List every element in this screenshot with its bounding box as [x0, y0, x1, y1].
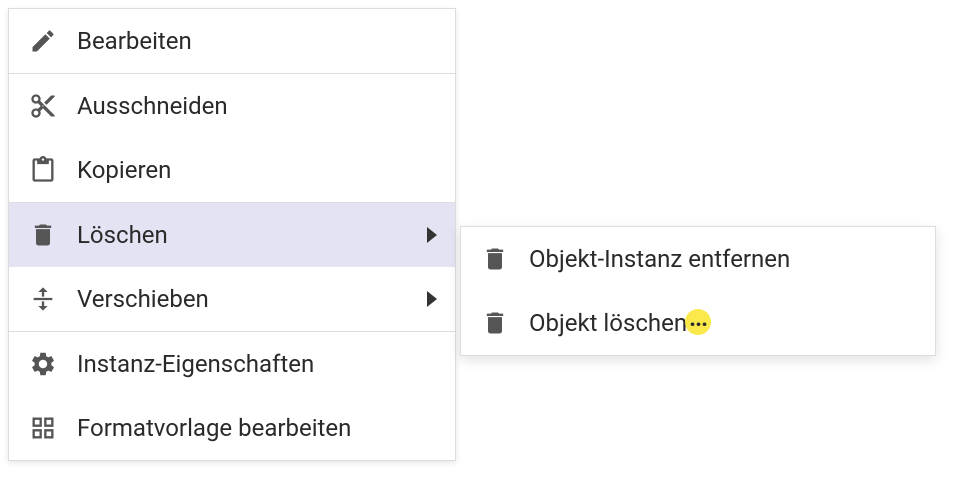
menu-item-label: Ausschneiden — [77, 92, 437, 120]
gear-icon — [27, 348, 59, 380]
menu-item-copy[interactable]: Kopieren — [9, 138, 455, 202]
submenu-item-remove-instance[interactable]: Objekt-Instanz entfernen — [461, 227, 935, 291]
submenu-item-delete-object[interactable]: Objekt löschen... — [461, 291, 935, 355]
menu-item-edit-template[interactable]: Formatvorlage bearbeiten — [9, 396, 455, 460]
context-menu-main: Bearbeiten Ausschneiden Kopieren Löschen… — [8, 8, 456, 461]
context-menu-delete-submenu: Objekt-Instanz entfernen Objekt löschen.… — [460, 226, 936, 356]
edit-icon — [27, 25, 59, 57]
menu-item-instance-properties[interactable]: Instanz-Eigenschaften — [9, 332, 455, 396]
cut-icon — [27, 90, 59, 122]
trash-icon — [479, 243, 511, 275]
ellipsis: ... — [689, 304, 707, 332]
submenu-item-label: Objekt-Instanz entfernen — [529, 245, 917, 273]
menu-item-label: Löschen — [77, 221, 417, 249]
trash-icon — [27, 219, 59, 251]
highlight-marker: ... — [685, 309, 711, 335]
trash-icon — [479, 307, 511, 339]
menu-item-label: Kopieren — [77, 156, 437, 184]
clipboard-icon — [27, 154, 59, 186]
submenu-item-label: Objekt löschen... — [529, 309, 917, 338]
menu-item-label: Bearbeiten — [77, 27, 437, 55]
menu-item-delete[interactable]: Löschen — [9, 203, 455, 267]
submenu-arrow-icon — [427, 291, 437, 307]
submenu-item-text: Objekt löschen — [529, 309, 687, 337]
template-icon — [27, 412, 59, 444]
menu-item-edit[interactable]: Bearbeiten — [9, 9, 455, 73]
move-vertical-icon — [27, 283, 59, 315]
submenu-arrow-icon — [427, 227, 437, 243]
menu-item-label: Instanz-Eigenschaften — [77, 350, 437, 378]
menu-item-move[interactable]: Verschieben — [9, 267, 455, 331]
menu-item-label: Formatvorlage bearbeiten — [77, 414, 437, 442]
menu-item-label: Verschieben — [77, 285, 417, 313]
menu-item-cut[interactable]: Ausschneiden — [9, 74, 455, 138]
